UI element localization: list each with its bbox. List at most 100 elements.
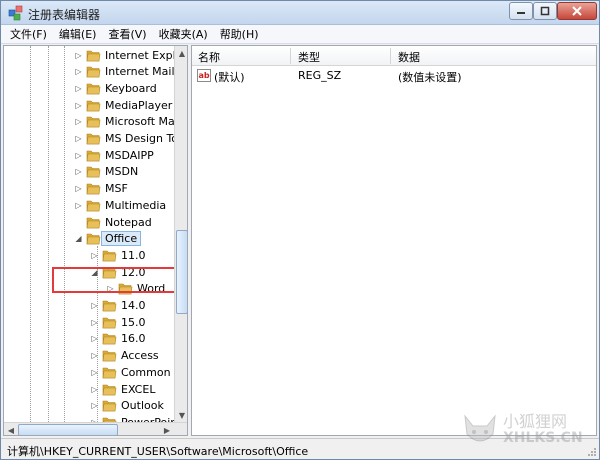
tree-item-label: Multimedia	[105, 198, 167, 212]
tree-item[interactable]: ▷ 11.0	[90, 247, 145, 263]
tree-item[interactable]: ▷ Access	[90, 348, 159, 364]
tree-connector	[48, 46, 49, 422]
tree-item[interactable]: ▷ 16.0	[90, 331, 145, 347]
tree-item[interactable]: ▷PowerPoint	[90, 414, 174, 422]
tree-horizontal-scrollbar[interactable]: ◀ ▶	[4, 422, 187, 435]
expand-arrow-icon[interactable]: ▷	[106, 284, 115, 293]
tree-item-label: MS Design Toc	[105, 132, 174, 145]
tree-item[interactable]: ▷ Word	[106, 281, 165, 297]
expand-arrow-icon[interactable]: ▷	[74, 134, 83, 143]
tree-item[interactable]: ▷ MS Design Toc	[74, 131, 174, 147]
menu-help[interactable]: 帮助(H)	[215, 26, 264, 42]
tree-item-label: Notepad	[105, 215, 152, 229]
menu-file[interactable]: 文件(F)	[5, 26, 52, 42]
title-bar[interactable]: 注册表编辑器	[1, 1, 599, 25]
column-data[interactable]: 数据	[398, 49, 420, 65]
tree-item-label: 15.0	[121, 315, 146, 329]
tree-item-label: Access	[121, 349, 159, 363]
tree-item[interactable]: ▷ Common	[90, 364, 170, 380]
expand-arrow-icon[interactable]: ▷	[90, 301, 99, 310]
tree-item[interactable]: ◢ 12.0	[90, 264, 146, 280]
expand-arrow-icon[interactable]: ▷	[90, 385, 99, 394]
tree-item[interactable]: ▷ MSDN	[74, 164, 138, 180]
tree-item-label: 12.0	[121, 265, 146, 279]
tree-item[interactable]: ▷ Multimedia	[74, 197, 166, 213]
expand-arrow-icon[interactable]: ▷	[90, 368, 99, 377]
menu-edit[interactable]: 编辑(E)	[54, 26, 102, 42]
tree-hscroll-thumb[interactable]	[18, 424, 118, 435]
expand-arrow-icon[interactable]: ▷	[74, 151, 83, 160]
folder-icon	[86, 50, 101, 61]
tree-connector	[30, 46, 31, 422]
minimize-button[interactable]	[509, 2, 533, 20]
close-button[interactable]	[557, 2, 597, 20]
menu-favorites[interactable]: 收藏夹(A)	[154, 26, 213, 42]
folder-icon	[86, 133, 101, 145]
expand-arrow-icon[interactable]: ▷	[74, 84, 83, 93]
tree-item[interactable]: Notepad	[74, 214, 152, 230]
expand-arrow-icon[interactable]: ▷	[90, 251, 99, 260]
status-path: 计算机\HKEY_CURRENT_USER\Software\Microsoft…	[7, 445, 309, 458]
tree-item[interactable]: ▷ MSDAIPP	[74, 147, 153, 163]
resize-grip-icon[interactable]	[587, 447, 597, 457]
tree-item[interactable]: ▷ Microsoft Mar	[74, 114, 174, 130]
collapse-arrow-icon[interactable]: ◢	[90, 268, 99, 277]
folder-icon	[102, 317, 117, 328]
tree-item[interactable]: ▷ MSF	[74, 181, 128, 197]
value-row[interactable]: ab (默认) REG_SZ (数值未设置)	[192, 68, 596, 85]
value-data: (数值未设置)	[398, 71, 462, 84]
folder-icon	[102, 350, 117, 362]
tree-item[interactable]: ▷ EXCEL	[90, 381, 155, 397]
tree-item-label: Office	[101, 231, 142, 247]
maximize-button[interactable]	[533, 2, 557, 20]
scroll-left-icon[interactable]: ◀	[4, 423, 18, 435]
expand-arrow-icon[interactable]: ▷	[74, 117, 83, 126]
tree-item-label: Word	[137, 282, 166, 296]
tree-scroll-thumb[interactable]	[176, 230, 187, 314]
regedit-window: 注册表编辑器 文件(F) 编辑(E) 查看(V) 收藏夹(A) 帮助(H) ▷ I…	[0, 0, 600, 460]
tree-item-label: Microsoft Mar	[105, 115, 174, 129]
column-divider[interactable]	[290, 48, 291, 64]
tree-item[interactable]: ▷ MediaPlayer	[74, 97, 172, 113]
tree-item[interactable]: ▷ Internet Explor	[74, 47, 174, 63]
value-list-pane[interactable]: 名称 类型 数据 ab (默认) REG_SZ (数值未设置)	[191, 45, 597, 436]
scroll-down-icon[interactable]: ▼	[175, 408, 187, 422]
menu-view[interactable]: 查看(V)	[103, 26, 151, 42]
expand-arrow-icon[interactable]: ▷	[74, 167, 83, 176]
tree-vertical-scrollbar[interactable]: ▲ ▼	[174, 46, 187, 422]
tree-item[interactable]: ▷ 15.0	[90, 314, 146, 330]
tree-item[interactable]: ▷ 14.0	[90, 298, 146, 314]
window-title: 注册表编辑器	[28, 8, 101, 22]
tree-item-label: 14.0	[121, 299, 146, 312]
key-tree: ▷ Internet Explor ▷ Internet Mail a ▷ Keyboar…	[4, 46, 174, 422]
expand-arrow-icon[interactable]: ▷	[74, 67, 83, 76]
tree-item-label: Outlook	[121, 399, 164, 413]
expand-arrow-icon[interactable]: ▷	[90, 401, 99, 410]
column-name[interactable]: 名称	[198, 49, 220, 65]
expand-arrow-icon[interactable]: ▷	[74, 51, 83, 60]
column-type[interactable]: 类型	[298, 49, 320, 65]
expand-arrow-icon[interactable]: ▷	[74, 184, 83, 193]
tree-item[interactable]: ▷ Keyboard	[74, 80, 156, 96]
column-divider[interactable]	[390, 48, 391, 64]
value-name: (默认)	[214, 71, 245, 84]
collapse-arrow-icon[interactable]: ◢	[74, 234, 83, 243]
tree-item-label: MSF	[105, 182, 128, 196]
folder-icon	[86, 66, 101, 78]
key-tree-pane[interactable]: ▷ Internet Explor ▷ Internet Mail a ▷ Keyboar…	[3, 45, 188, 436]
tree-item[interactable]: ▷ Outlook	[90, 398, 164, 414]
maximize-icon	[540, 6, 550, 16]
expand-arrow-icon[interactable]: ▷	[90, 334, 99, 343]
expand-arrow-icon[interactable]: ▷	[74, 201, 83, 210]
expand-arrow-icon[interactable]: ▷	[90, 318, 99, 327]
tree-item-label: MSDN	[105, 165, 139, 179]
tree-item[interactable]: ▷ Internet Mail a	[74, 64, 174, 80]
expand-arrow-icon[interactable]: ▷	[74, 101, 83, 110]
folder-icon	[86, 116, 101, 128]
folder-icon	[102, 334, 117, 345]
tree-item[interactable]: ◢ Office	[74, 231, 142, 247]
folder-icon	[102, 367, 117, 379]
expand-arrow-icon[interactable]: ▷	[90, 351, 99, 360]
scroll-right-icon[interactable]: ▶	[160, 423, 174, 435]
scroll-up-icon[interactable]: ▲	[175, 46, 187, 60]
